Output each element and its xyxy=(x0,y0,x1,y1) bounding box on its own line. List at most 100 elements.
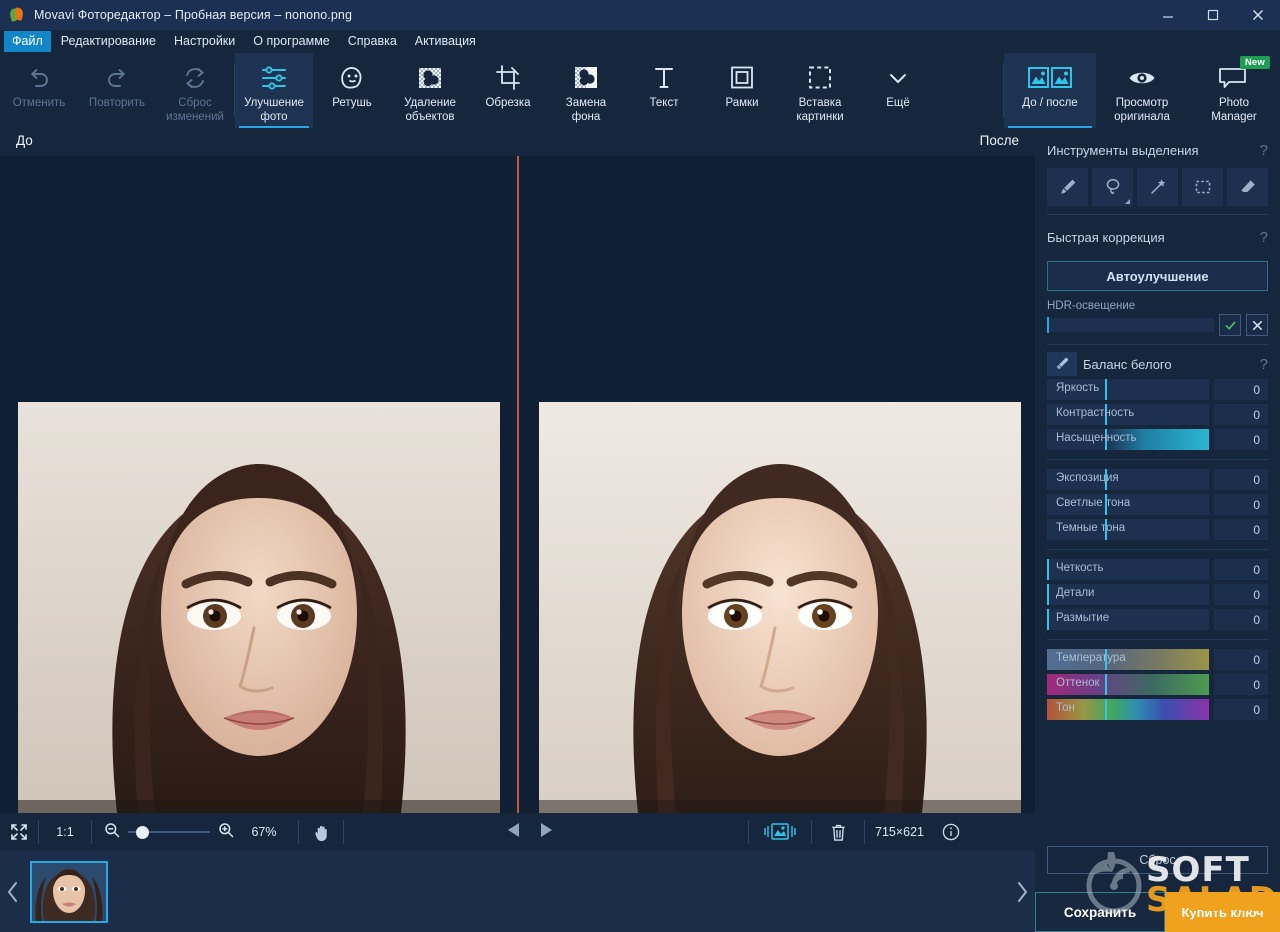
right-panel: Инструменты выделения ? xyxy=(1035,128,1280,932)
info-button[interactable] xyxy=(934,813,968,851)
hdr-lighting-slider[interactable] xyxy=(1047,318,1214,332)
slider-track[interactable]: Светлые тона xyxy=(1047,494,1209,515)
menu-item-4[interactable]: Справка xyxy=(340,31,405,52)
slider-knob[interactable] xyxy=(1105,699,1107,720)
slider-value[interactable]: 0 xyxy=(1214,494,1268,515)
eyedropper-icon[interactable] xyxy=(1047,352,1077,376)
filmstrip-toggle-button[interactable] xyxy=(749,813,811,851)
cross-icon[interactable] xyxy=(1246,314,1268,336)
zoom-in-icon[interactable] xyxy=(218,822,234,843)
menu-item-5[interactable]: Активация xyxy=(407,31,484,52)
slider-value[interactable]: 0 xyxy=(1214,559,1268,580)
maximize-button[interactable] xyxy=(1190,0,1235,30)
before-after-button[interactable]: До / после xyxy=(1004,53,1096,128)
button-label: Текст xyxy=(626,97,702,111)
help-icon[interactable]: ? xyxy=(1260,142,1268,159)
slider-track[interactable]: Яркость xyxy=(1047,379,1209,400)
delete-button[interactable] xyxy=(812,813,864,851)
thumbnail-item[interactable] xyxy=(30,861,108,923)
button-label: Улучшение фото xyxy=(236,97,312,124)
eraser-icon[interactable] xyxy=(1227,168,1268,206)
slider-track[interactable]: Четкость xyxy=(1047,559,1209,580)
slider-track[interactable]: Детали xyxy=(1047,584,1209,605)
minimize-button[interactable] xyxy=(1145,0,1190,30)
auto-enhance-button[interactable]: Автоулучшение xyxy=(1047,261,1268,291)
zoom-ratio-button[interactable]: 1:1 xyxy=(39,813,91,851)
zoom-out-icon[interactable] xyxy=(104,822,120,843)
slider-track[interactable]: Оттенок xyxy=(1047,674,1209,695)
photo-manager-button[interactable]: Photo ManagerNew xyxy=(1188,53,1280,128)
slider-knob[interactable] xyxy=(1047,559,1049,580)
slider-row: Контрастность0 xyxy=(1047,404,1268,425)
split-divider-handle[interactable] xyxy=(517,156,519,813)
slider-knob[interactable] xyxy=(1105,674,1107,695)
slider-track[interactable]: Тон xyxy=(1047,699,1209,720)
image-dimensions-label: 715×621 xyxy=(865,813,934,851)
slider-track[interactable]: Контрастность xyxy=(1047,404,1209,425)
slider-track[interactable]: Температура xyxy=(1047,649,1209,670)
slider-track[interactable]: Темные тона xyxy=(1047,519,1209,540)
slider-value[interactable]: 0 xyxy=(1214,699,1268,720)
after-label: После xyxy=(980,133,1019,148)
object-removal-button[interactable]: Удаление объектов xyxy=(391,53,469,128)
help-icon[interactable]: ? xyxy=(1260,356,1268,373)
before-photo[interactable] xyxy=(18,402,500,822)
canvas-area[interactable]: До После xyxy=(0,128,1035,813)
prev-arrow-icon[interactable] xyxy=(507,822,521,843)
crop-button[interactable]: Обрезка xyxy=(469,53,547,128)
filmstrip-prev-button[interactable] xyxy=(0,851,26,932)
slider-value[interactable]: 0 xyxy=(1214,649,1268,670)
window-controls xyxy=(1145,0,1280,30)
button-label: Отменить xyxy=(1,97,77,111)
reset-button[interactable]: Сброс xyxy=(1047,846,1268,874)
insert-image-button[interactable]: Вставка картинки xyxy=(781,53,859,128)
check-icon[interactable] xyxy=(1219,314,1241,336)
background-change-button[interactable]: Замена фона xyxy=(547,53,625,128)
magic-wand-icon[interactable] xyxy=(1137,168,1178,206)
slider-value[interactable]: 0 xyxy=(1214,584,1268,605)
slider-track[interactable]: Размытие xyxy=(1047,609,1209,630)
slider-knob[interactable] xyxy=(1047,584,1049,605)
slider-value[interactable]: 0 xyxy=(1214,469,1268,490)
text-button[interactable]: Текст xyxy=(625,53,703,128)
slider-value[interactable]: 0 xyxy=(1214,609,1268,630)
slider-track[interactable]: Насыщенность xyxy=(1047,429,1209,450)
slider-row: Экспозиция0 xyxy=(1047,469,1268,490)
slider-value[interactable]: 0 xyxy=(1214,519,1268,540)
slider-knob[interactable] xyxy=(1105,379,1107,400)
slider-row: Светлые тона0 xyxy=(1047,494,1268,515)
menu-item-2[interactable]: Настройки xyxy=(166,31,243,52)
sliders-button[interactable]: Улучшение фото xyxy=(235,53,313,128)
zoom-controls: 67% xyxy=(92,813,298,851)
filmstrip-next-button[interactable] xyxy=(1009,851,1035,932)
button-label: Просмотр оригинала xyxy=(1104,97,1180,124)
slider-value[interactable]: 0 xyxy=(1214,674,1268,695)
frame-button[interactable]: Рамки xyxy=(703,53,781,128)
slider-track[interactable]: Экспозиция xyxy=(1047,469,1209,490)
rect-select-icon[interactable] xyxy=(1182,168,1223,206)
button-label: Photo Manager xyxy=(1196,97,1272,124)
eye-button[interactable]: Просмотр оригинала xyxy=(1096,53,1188,128)
save-button[interactable]: Сохранить xyxy=(1035,892,1165,932)
chevron-down-button[interactable]: Ещё xyxy=(859,53,937,128)
slider-value[interactable]: 0 xyxy=(1214,404,1268,425)
face-button[interactable]: Ретушь xyxy=(313,53,391,128)
menu-item-3[interactable]: О программе xyxy=(245,31,337,52)
slider-value[interactable]: 0 xyxy=(1214,379,1268,400)
window-title: Movavi Фоторедактор – Пробная версия – n… xyxy=(34,8,352,22)
hand-tool-button[interactable] xyxy=(299,813,343,851)
zoom-slider[interactable] xyxy=(128,825,210,839)
slider-value[interactable]: 0 xyxy=(1214,429,1268,450)
brush-select-icon[interactable] xyxy=(1047,168,1088,206)
fit-screen-button[interactable] xyxy=(0,813,38,851)
close-button[interactable] xyxy=(1235,0,1280,30)
after-photo[interactable] xyxy=(539,402,1021,822)
slider-knob[interactable] xyxy=(1047,609,1049,630)
buy-key-button[interactable]: Купить ключ xyxy=(1165,892,1280,932)
lasso-select-icon[interactable] xyxy=(1092,168,1133,206)
selection-tool-buttons xyxy=(1047,168,1268,206)
help-icon[interactable]: ? xyxy=(1260,229,1268,246)
next-arrow-icon[interactable] xyxy=(539,822,553,843)
menu-item-0[interactable]: Файл xyxy=(4,31,51,52)
menu-item-1[interactable]: Редактирование xyxy=(53,31,164,52)
